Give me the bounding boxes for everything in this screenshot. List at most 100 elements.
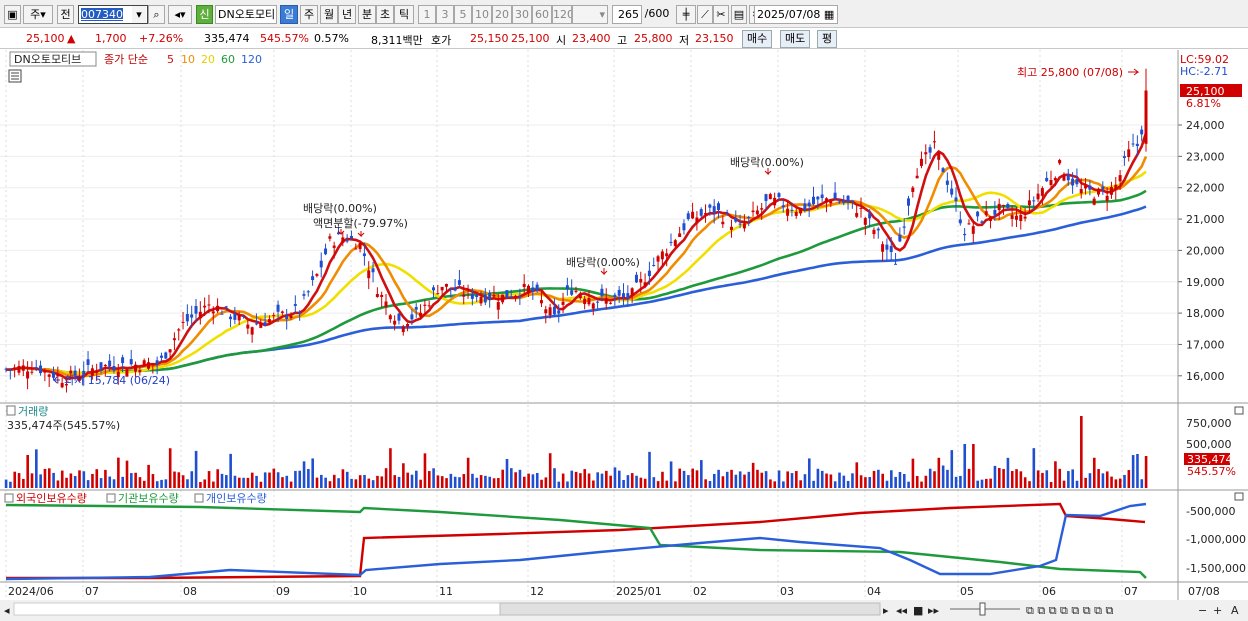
x-axis-label: 09 <box>276 585 290 598</box>
candle-body <box>708 204 712 208</box>
volume-bar <box>112 479 116 488</box>
font-size-icon[interactable]: A <box>1231 604 1239 617</box>
candle-body <box>440 286 444 291</box>
scroll-right-icon[interactable]: ▸ <box>883 604 889 617</box>
volume-bar <box>142 480 146 488</box>
tab-day[interactable]: 일 <box>280 5 298 24</box>
date-input[interactable]: 2025/07/08 ▦ <box>754 5 838 24</box>
chevron-down-icon[interactable]: ▾ <box>132 6 146 23</box>
zoom-in-icon[interactable]: + <box>1213 604 1222 617</box>
scrollbar-thumb[interactable] <box>499 602 881 616</box>
toolbar-icons[interactable]: ⧉ ⧉ ⧉ ⧉ ⧉ ⧉ ⧉ ⧉ <box>1026 604 1113 617</box>
candle-body <box>276 304 280 312</box>
interval-10[interactable]: 10 <box>472 5 492 24</box>
volume-bar <box>497 478 500 488</box>
volume-panel-title: 거래량 <box>18 405 48 418</box>
maximize-icon-2[interactable] <box>1234 492 1244 501</box>
candle-body <box>30 371 34 373</box>
volume-bar <box>272 468 276 488</box>
volume-bar <box>104 469 107 488</box>
x-axis-label: 05 <box>960 585 974 598</box>
sell-button[interactable]: 매도 <box>780 30 811 48</box>
fast-forward-icon[interactable]: ▸▸ <box>928 604 940 617</box>
candle-body <box>134 364 138 372</box>
candle-body <box>704 213 708 215</box>
volume-bar <box>492 478 496 488</box>
open-label: 시 <box>556 34 567 47</box>
scissors-icon[interactable]: ✂ <box>713 5 729 24</box>
interval-1[interactable]: 1 <box>418 5 436 24</box>
volume-bar <box>1097 469 1100 488</box>
save-icon[interactable]: ▤ <box>731 5 747 24</box>
candle-body <box>963 233 967 236</box>
candle-body <box>285 315 289 319</box>
volume-bar <box>130 473 133 488</box>
candle-body <box>432 287 435 291</box>
candle-body <box>444 283 448 287</box>
candle-body <box>1122 156 1126 158</box>
volume-bar <box>69 473 73 488</box>
candle-body <box>457 280 461 285</box>
zoom-slider-handle[interactable] <box>979 602 986 616</box>
volume-bar <box>1019 471 1023 488</box>
candle-body <box>203 305 207 308</box>
buy-button[interactable]: 매수 <box>742 30 773 48</box>
interval-dropdown[interactable]: ▾ <box>572 5 608 24</box>
tab-week[interactable]: 주 <box>300 5 318 24</box>
candle-body <box>911 187 915 192</box>
tab-tick[interactable]: 틱 <box>394 5 414 24</box>
volume-bar <box>786 471 789 488</box>
search-icon[interactable]: ⌕ <box>148 5 165 24</box>
rewind-icon[interactable]: ◂◂ <box>896 604 908 617</box>
volume-bar <box>540 479 543 488</box>
scroll-left-icon[interactable]: ◂ <box>4 604 10 617</box>
candle-icon[interactable]: ╪ <box>676 5 696 24</box>
candle-body <box>591 303 595 309</box>
candle-body <box>574 290 578 292</box>
tab-year[interactable]: 년 <box>338 5 356 24</box>
candle-body <box>4 368 8 370</box>
candle-body <box>989 216 993 221</box>
volume-bar <box>47 468 51 488</box>
interval-20[interactable]: 20 <box>492 5 512 24</box>
candle-body <box>211 311 215 314</box>
candle-body <box>246 324 250 329</box>
news-badge[interactable]: 신 <box>196 5 213 24</box>
volume-bar <box>812 480 815 488</box>
candle-body <box>233 313 237 320</box>
speaker-icon[interactable]: ◂▾ <box>168 5 192 24</box>
count-input[interactable]: 265 <box>612 5 642 24</box>
volume-bar <box>790 473 794 488</box>
volume-bar <box>1105 471 1109 488</box>
interval-3[interactable]: 3 <box>436 5 454 24</box>
candle-body <box>250 327 254 335</box>
high-price: 25,800 <box>634 32 673 45</box>
stop-icon[interactable]: ■ <box>913 604 923 617</box>
candle-body <box>859 207 863 209</box>
candle-body <box>324 248 328 255</box>
interval-30[interactable]: 30 <box>512 5 532 24</box>
tab-month[interactable]: 월 <box>320 5 338 24</box>
candle-body <box>557 310 561 314</box>
interval-5[interactable]: 5 <box>454 5 472 24</box>
candle-body <box>570 290 574 295</box>
period-select[interactable]: 주▾ <box>23 5 53 24</box>
stock-chart[interactable]: DN오토모티브 종가 단순 5 10 20 60 120 LC:59.02 HC… <box>0 50 1248 621</box>
layout-icon[interactable]: ▣ <box>4 5 21 24</box>
interval-60[interactable]: 60 <box>532 5 552 24</box>
candle-body <box>488 292 492 300</box>
prev-button[interactable]: 전 <box>57 5 74 24</box>
zoom-out-icon[interactable]: − <box>1198 604 1207 617</box>
vol-last-pct: 545.57% <box>1187 465 1236 478</box>
maximize-icon[interactable] <box>1234 406 1244 415</box>
tab-second[interactable]: 초 <box>376 5 394 24</box>
interval-120[interactable]: 120 <box>552 5 572 24</box>
candle-body <box>729 226 733 230</box>
draw-tool-icon[interactable]: ⟋ <box>697 5 713 24</box>
tab-minute[interactable]: 분 <box>358 5 376 24</box>
candle-body <box>129 359 133 365</box>
candle-body <box>824 198 828 203</box>
flat-button[interactable]: 평 <box>817 30 838 48</box>
volume-bar <box>665 480 669 488</box>
quote-info-bar: 25,100 ▲ 1,700 +7.26% 335,474 545.57% 0.… <box>0 29 1248 49</box>
